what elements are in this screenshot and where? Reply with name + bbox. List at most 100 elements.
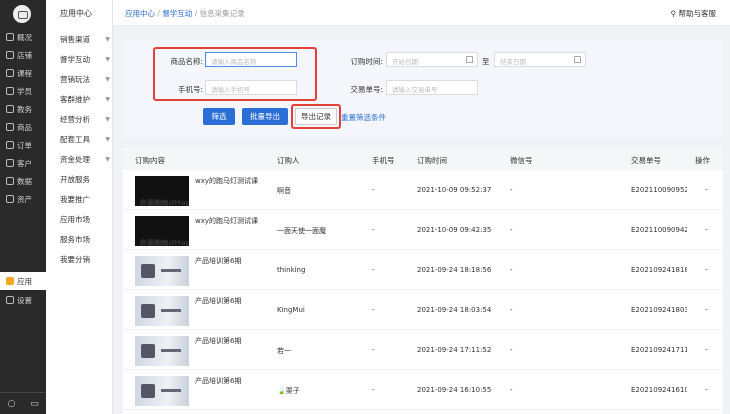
table-row[interactable]: 产品培训第6期 若一 - 2021-09-24 17:11:52 - E202109241… [123, 330, 723, 370]
nav-item-order[interactable]: 订单 [0, 136, 46, 154]
nav-item-product[interactable]: 商品 [0, 118, 46, 136]
course-thumbnail: 有限教育 产品RoadMap [135, 216, 189, 246]
action-cell[interactable]: - [705, 346, 708, 354]
order-time-cell: 2021-09-24 18:03:54 [417, 306, 492, 314]
action-cell[interactable]: - [705, 386, 708, 394]
thumbnail-text: 产品RoadMap [140, 239, 189, 247]
column-header: 操作 [695, 156, 710, 165]
start-date-input[interactable]: 开始日期 [386, 52, 478, 67]
nav-item-customer[interactable]: 客户 [0, 154, 46, 172]
buyer-name: 啊音 [277, 187, 291, 195]
nav-label: 商品 [17, 122, 32, 132]
action-cell[interactable]: - [705, 186, 708, 194]
sub-item-promote[interactable]: 我要推广 [60, 194, 110, 205]
highlight-box [153, 47, 317, 101]
user-icon[interactable]: ○ [0, 393, 23, 414]
app: 概况 店铺 课程 学员 教务 商品 订单 客户 数据 资产 应用 设置 ○ ▭ … [0, 0, 730, 414]
nav-item-data[interactable]: 数据 [0, 172, 46, 190]
filter-button[interactable]: 筛选 [203, 108, 235, 125]
table-row[interactable]: 产品培训第6期 KingMui - 2021-09-24 18:03:54 - E2021… [123, 290, 723, 330]
action-cell[interactable]: - [705, 266, 708, 274]
batch-export-button[interactable]: 批量导出 [242, 108, 288, 125]
nav-label: 学员 [17, 86, 32, 96]
help-label: 帮助与客服 [678, 9, 717, 18]
sub-item-analytics[interactable]: 经营分析 ▼ [60, 114, 110, 125]
nav-label: 数据 [17, 176, 32, 186]
nav-label: 客户 [17, 158, 32, 168]
phone-cell: - [372, 386, 375, 394]
nav-label: 课程 [17, 68, 32, 78]
sub-item-label: 资金处理 [60, 155, 90, 164]
chevron-down-icon: ▼ [105, 116, 110, 123]
chevron-down-icon: ▼ [105, 36, 110, 43]
sub-item-service-market[interactable]: 服务市场 [60, 234, 110, 245]
action-cell[interactable]: - [705, 306, 708, 314]
sub-item-open[interactable]: 开放服务 [60, 174, 110, 185]
sub-item-app-market[interactable]: 应用市场 [60, 214, 110, 225]
rail-footer: ○ ▭ [0, 392, 46, 414]
filter-panel: 商品名称: 请输入商品名称 手机号: 请输入手机号 订购时间: 开始日期 至 结… [123, 40, 723, 138]
apps-icon [6, 277, 14, 285]
nav-item-academic[interactable]: 教务 [0, 100, 46, 118]
trade-no-input[interactable]: 请输入交易单号 [386, 80, 478, 95]
breadcrumb-app-center[interactable]: 应用中心 [125, 9, 155, 18]
column-header: 订购人 [277, 156, 300, 165]
order-content: wxy的跑马灯测试课 [195, 217, 259, 225]
table-row[interactable]: 产品培训第6期 thinking - 2021-09-24 18:18:56 - E202… [123, 250, 723, 290]
sub-item-sales[interactable]: 销售渠道 ▼ [60, 34, 110, 45]
secondary-nav: 应用中心 销售渠道 ▼ 督学互动 ▼ 营销玩法 ▼ 客群维护 ▼ 经营分析 ▼ 配套工具 ▼… [46, 0, 113, 414]
course-thumbnail [135, 256, 189, 286]
product-icon [6, 123, 14, 131]
breadcrumb-supervise[interactable]: 督学互动 [162, 9, 192, 18]
sub-item-marketing[interactable]: 营销玩法 ▼ [60, 74, 110, 85]
breadcrumb-separator: / [157, 9, 160, 18]
order-content: 产品培训第6期 [195, 377, 242, 385]
top-header: 应用中心 / 督学互动 / 信息采集记录 ⚲ 帮助与客服 [113, 0, 730, 26]
nav-item-store[interactable]: 店铺 [0, 46, 46, 64]
message-icon[interactable]: ▭ [23, 393, 46, 414]
table-row[interactable]: 有限教育 产品RoadMap wxy的跑马灯测试课 一面天使一面魔 - 2021-10-0… [123, 210, 723, 250]
order-icon [6, 141, 14, 149]
sub-item-label: 我要分销 [60, 255, 90, 264]
nav-item-student[interactable]: 学员 [0, 82, 46, 100]
order-time-cell: 2021-09-24 18:18:56 [417, 266, 492, 274]
course-thumbnail [135, 376, 189, 406]
help-button[interactable]: ⚲ 帮助与客服 [671, 8, 716, 19]
nav-item-course[interactable]: 课程 [0, 64, 46, 82]
reset-filter-link[interactable]: 重置筛选条件 [341, 112, 386, 123]
overview-icon [6, 33, 14, 41]
trade-no-label: 交易单号: [350, 85, 383, 94]
sub-item-tools[interactable]: 配套工具 ▼ [60, 134, 110, 145]
nav-item-overview[interactable]: 概况 [0, 28, 46, 46]
order-time-label: 订购时间: [350, 57, 383, 66]
phone-cell: - [372, 266, 375, 274]
end-date-input[interactable]: 结束日期 [494, 52, 586, 67]
order-time-cell: 2021-10-09 09:52:37 [417, 186, 492, 194]
breadcrumb: 应用中心 / 督学互动 / 信息采集记录 [125, 8, 245, 19]
table-row[interactable]: 有限教育 产品RoadMap wxy的跑马灯测试课 啊音 - 2021-10-09 09:… [123, 170, 723, 210]
sub-item-distribution[interactable]: 我要分销 [60, 254, 110, 265]
trade-no-cell: E20210924180354 [631, 306, 687, 314]
sub-item-label: 我要推广 [60, 195, 90, 204]
order-content: wxy的跑马灯测试课 [195, 177, 259, 185]
sub-item-label: 经营分析 [60, 115, 90, 124]
column-header: 微信号 [510, 156, 533, 165]
order-content: 产品培训第6期 [195, 337, 242, 345]
date-range-separator: 至 [482, 57, 490, 66]
action-cell[interactable]: - [705, 226, 708, 234]
column-header: 手机号 [372, 156, 395, 165]
table-row[interactable]: 产品培训第6期 🍃栗子 - 2021-09-24 16:10:55 - E20210924… [123, 370, 723, 410]
order-time-cell: 2021-09-24 16:10:55 [417, 386, 492, 394]
logo-icon[interactable] [13, 5, 31, 23]
order-content: 产品培训第6期 [195, 297, 242, 305]
phone-cell: - [372, 346, 375, 354]
buyer-name: 一面天使一面魔 [277, 227, 326, 235]
sub-item-supervise[interactable]: 督学互动 ▼ [60, 54, 110, 65]
sub-item-crm[interactable]: 客群维护 ▼ [60, 94, 110, 105]
records-table: 订购内容 订购人 手机号 订购时间 微信号 交易单号 操作 有限教育 产品Road… [123, 148, 723, 414]
nav-item-apps[interactable]: 应用 [0, 272, 46, 290]
sub-item-funds[interactable]: 资金处理 ▼ [60, 154, 110, 165]
nav-item-assets[interactable]: 资产 [0, 190, 46, 208]
wechat-cell: - [510, 306, 513, 314]
nav-item-settings[interactable]: 设置 [0, 291, 46, 309]
